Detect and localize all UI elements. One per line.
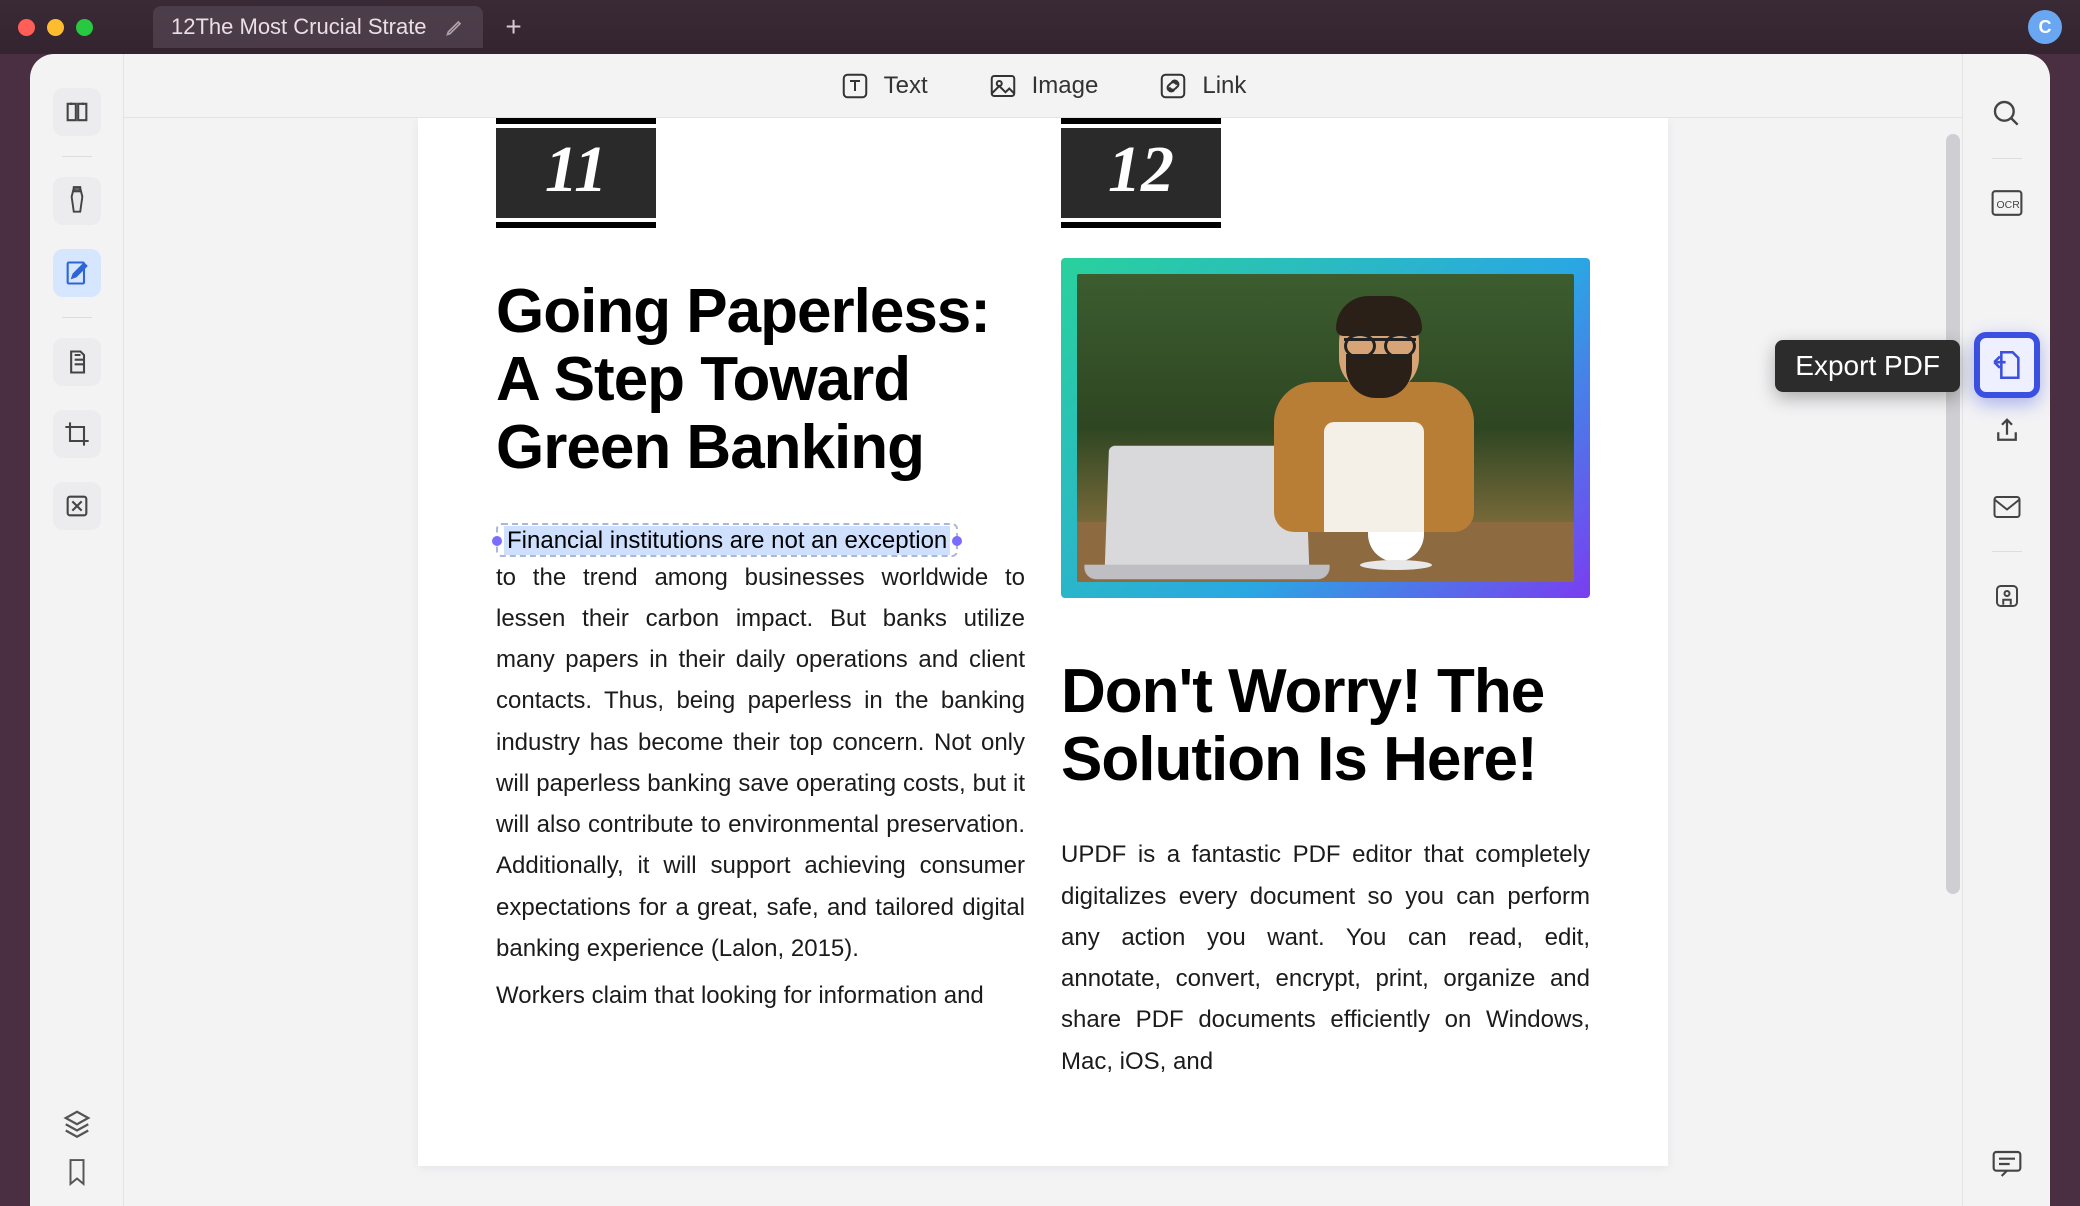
article-heading-right[interactable]: Don't Worry! The Solution Is Here!: [1061, 658, 1590, 794]
section-number: 11: [496, 128, 656, 218]
share-button[interactable]: [1985, 409, 2029, 453]
add-image-button[interactable]: Image: [988, 71, 1099, 101]
ocr-icon: OCR: [1990, 188, 2024, 218]
avatar-initial: C: [2039, 17, 2052, 38]
reader-mode-button[interactable]: [53, 88, 101, 136]
close-window-button[interactable]: [18, 19, 35, 36]
photo-placeholder-icon: [1077, 274, 1574, 582]
edit-tab-icon[interactable]: [445, 17, 465, 37]
crop-button[interactable]: [53, 410, 101, 458]
section-number: 12: [1061, 128, 1221, 218]
article-paragraph-right[interactable]: UPDF is a fantastic PDF editor that comp…: [1061, 834, 1590, 1082]
document-tab[interactable]: 12The Most Crucial Strate: [153, 6, 483, 48]
share-icon: [1992, 416, 2022, 446]
minimize-window-button[interactable]: [47, 19, 64, 36]
section-number-badge: 12: [1061, 118, 1221, 228]
article-heading-left[interactable]: Going Paperless: A Step Toward Green Ban…: [496, 278, 1025, 483]
comments-button[interactable]: [1985, 1142, 2029, 1186]
export-pdf-button[interactable]: [1974, 332, 2040, 398]
selected-text-block[interactable]: Financial institutions are not an except…: [496, 483, 1025, 557]
save-button[interactable]: [1985, 574, 2029, 618]
link-icon: [1158, 71, 1188, 101]
search-button[interactable]: [1985, 92, 2029, 136]
maximize-window-button[interactable]: [76, 19, 93, 36]
text-icon: [840, 71, 870, 101]
right-sidebar: OCR Export PDF: [1962, 54, 2050, 1206]
svg-text:OCR: OCR: [1996, 200, 2020, 211]
window-titlebar: 12The Most Crucial Strate + C: [0, 0, 2080, 54]
bookmark-icon: [64, 1156, 90, 1188]
edit-pencil-icon: [62, 258, 92, 288]
export-pdf-icon: [1990, 348, 2024, 382]
link-label: Link: [1202, 72, 1246, 100]
document-viewport[interactable]: 11 Going Paperless: A Step Toward Green …: [124, 118, 1962, 1206]
article-paragraph-left[interactable]: to the trend among businesses worldwide …: [496, 557, 1025, 970]
text-label: Text: [884, 72, 928, 100]
article-photo[interactable]: [1061, 258, 1590, 598]
selected-text: Financial institutions are not an except…: [504, 526, 950, 555]
document-tab-title: 12The Most Crucial Strate: [171, 14, 427, 40]
highlighter-icon: [62, 186, 92, 216]
image-icon: [988, 71, 1018, 101]
article-paragraph-left-2[interactable]: Workers claim that looking for informati…: [496, 975, 1025, 1016]
edit-pdf-button[interactable]: [53, 249, 101, 297]
add-text-button[interactable]: Text: [840, 71, 928, 101]
window-controls: [18, 19, 93, 36]
search-icon: [1991, 98, 2023, 130]
left-sidebar: [30, 54, 124, 1206]
user-avatar[interactable]: C: [2028, 10, 2062, 44]
vertical-scrollbar[interactable]: [1944, 134, 1962, 954]
comment-icon: [1991, 1149, 2023, 1179]
image-label: Image: [1032, 72, 1099, 100]
bookmark-button[interactable]: [64, 1156, 90, 1188]
save-icon: [1992, 581, 2022, 611]
add-link-button[interactable]: Link: [1158, 71, 1246, 101]
email-button[interactable]: [1985, 485, 2029, 529]
section-number-badge: 11: [496, 118, 656, 228]
redact-button[interactable]: [53, 482, 101, 530]
document-page: 11 Going Paperless: A Step Toward Green …: [418, 118, 1668, 1166]
ocr-button[interactable]: OCR: [1985, 181, 2029, 225]
scrollbar-thumb[interactable]: [1946, 134, 1960, 894]
layers-button[interactable]: [62, 1108, 92, 1138]
email-icon: [1992, 494, 2022, 520]
highlighter-button[interactable]: [53, 177, 101, 225]
edit-toolbar: Text Image Link: [124, 54, 1962, 118]
stamp-icon: [62, 491, 92, 521]
book-icon: [62, 97, 92, 127]
organize-pages-button[interactable]: [53, 338, 101, 386]
crop-icon: [62, 419, 92, 449]
pages-icon: [62, 347, 92, 377]
export-pdf-tooltip: Export PDF: [1775, 340, 1960, 392]
new-tab-button[interactable]: +: [493, 6, 535, 48]
layers-icon: [62, 1108, 92, 1138]
